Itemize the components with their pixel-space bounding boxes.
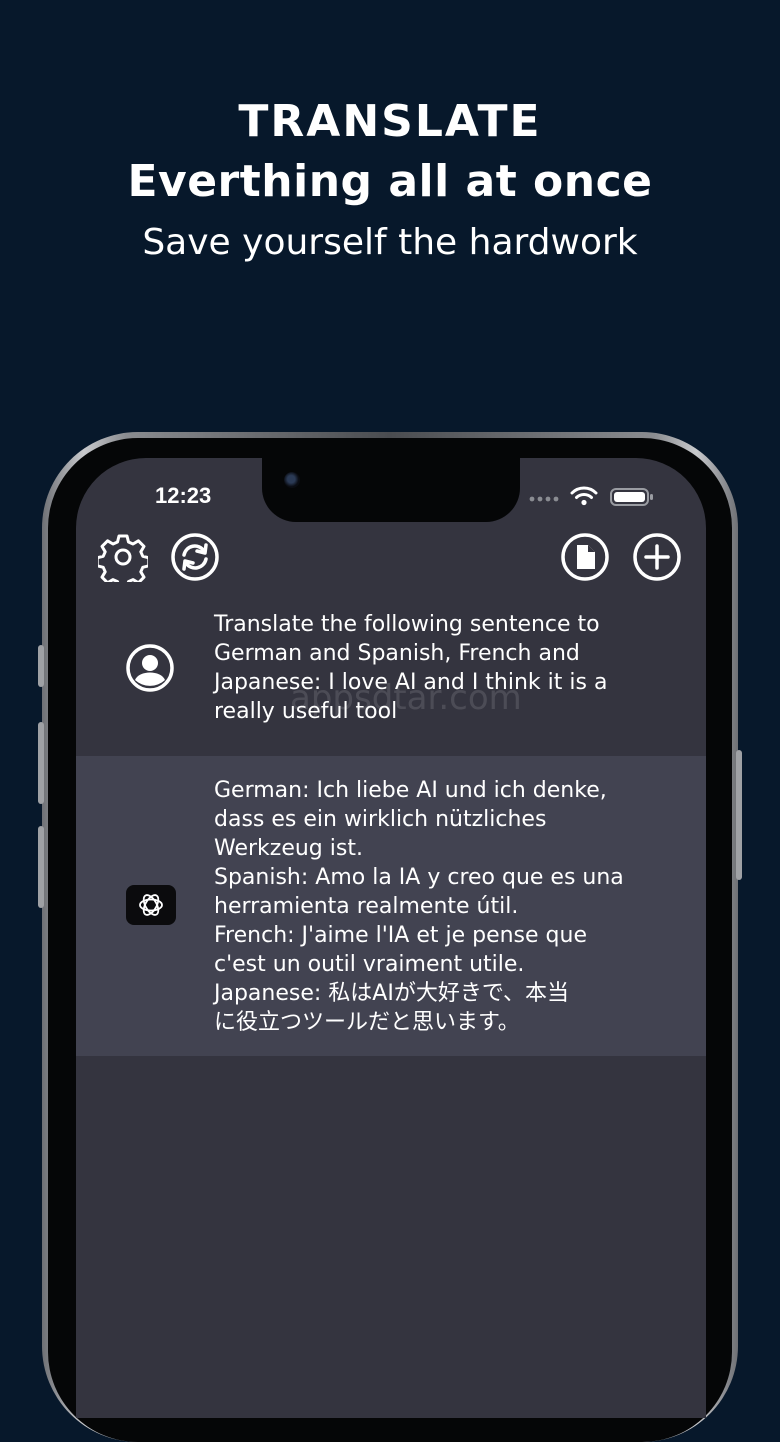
- plus-icon[interactable]: [632, 532, 682, 582]
- gear-icon[interactable]: [98, 532, 148, 582]
- chatgpt-logo-icon: [126, 885, 176, 925]
- battery-icon: [610, 488, 653, 506]
- promo-tagline: Save yourself the hardwork: [142, 222, 638, 263]
- promo-subtitle: Everthing all at once: [127, 156, 653, 207]
- mute-switch: [38, 645, 44, 687]
- power-button: [736, 750, 742, 880]
- notch: [262, 458, 520, 522]
- promo-title: TRANSLATE: [238, 96, 542, 147]
- document-icon[interactable]: [560, 532, 610, 582]
- volume-up-button: [38, 722, 44, 804]
- watermark: appsdtar.com: [290, 678, 522, 718]
- volume-down-button: [38, 826, 44, 908]
- assistant-message-text: German: Ich liebe AI und ich denke, dass…: [214, 778, 624, 1035]
- wifi-icon: [570, 486, 598, 506]
- refresh-icon[interactable]: [170, 532, 220, 582]
- signal-icon: [529, 496, 559, 502]
- user-avatar-icon: [126, 644, 174, 692]
- front-camera: [284, 472, 300, 488]
- status-time: 12:23: [155, 483, 212, 508]
